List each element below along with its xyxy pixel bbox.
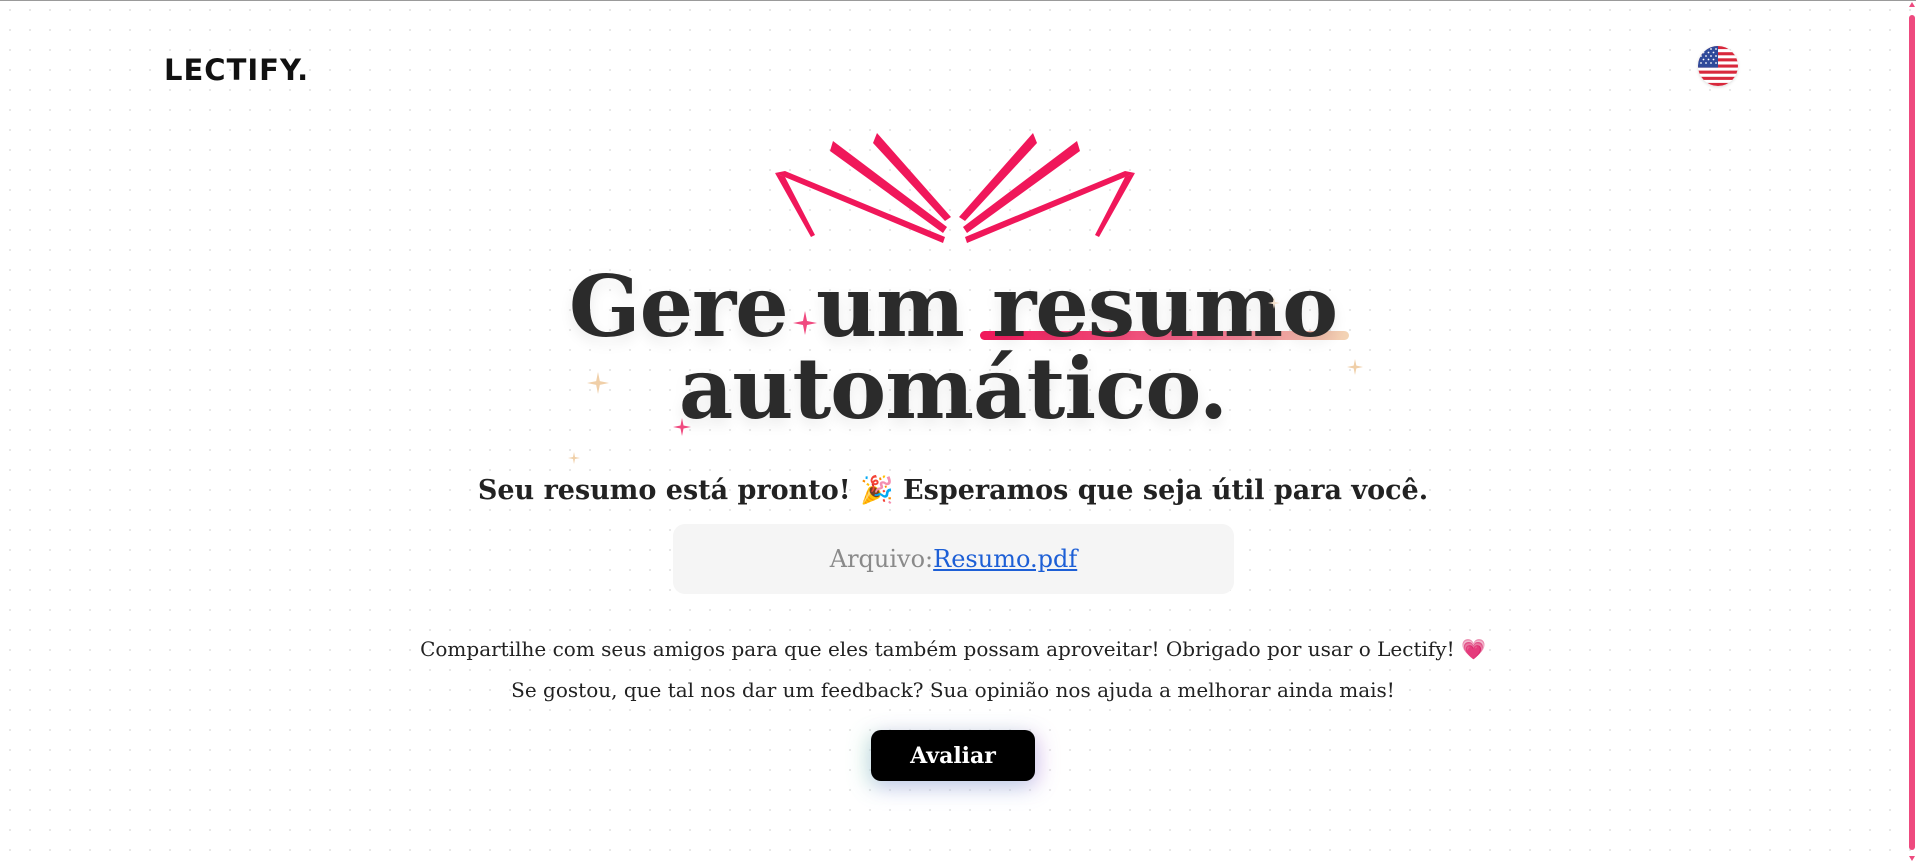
file-download-link[interactable]: Resumo.pdf [933, 545, 1077, 573]
file-box: Arquivo: Resumo.pdf [673, 524, 1234, 594]
language-selector-button[interactable] [1698, 46, 1738, 86]
page-title: Gere um resumo automático. [0, 265, 1906, 431]
scroll-down-arrow-icon[interactable] [1909, 856, 1915, 861]
heart-icon: 💗 [1461, 637, 1486, 661]
sparkle-icon [1268, 297, 1280, 309]
open-book-icon [775, 133, 1135, 243]
title-highlight-text: resumo [992, 257, 1338, 356]
feedback-message: Se gostou, que tal nos dar um feedback? … [511, 678, 1395, 702]
scrollbar[interactable] [1908, 1, 1916, 861]
ready-message-2: Esperamos que seja útil para você. [903, 475, 1429, 506]
rate-button[interactable]: Avaliar [871, 730, 1035, 781]
sparkle-icon [587, 372, 609, 394]
ready-message-text: Seu resumo está pronto! [477, 475, 851, 506]
sparkle-icon [673, 418, 691, 436]
share-message-text: Compartilhe com seus amigos para que ele… [420, 637, 1455, 661]
share-message: Compartilhe com seus amigos para que ele… [0, 637, 1906, 661]
scroll-up-arrow-icon[interactable] [1909, 2, 1915, 7]
party-popper-icon: 🎉 [860, 475, 894, 506]
us-flag-icon [1698, 46, 1738, 86]
scrollbar-thumb[interactable] [1909, 15, 1915, 850]
sparkle-icon [568, 452, 580, 464]
sparkle-icon [1347, 359, 1363, 375]
sparkle-icon [793, 311, 817, 335]
ready-message: Seu resumo está pronto! 🎉 Esperamos que … [0, 474, 1906, 506]
title-highlight: resumo [980, 265, 1350, 349]
file-label: Arquivo: [829, 545, 934, 573]
lectify-logo[interactable]: LECTIFY. [164, 53, 309, 87]
